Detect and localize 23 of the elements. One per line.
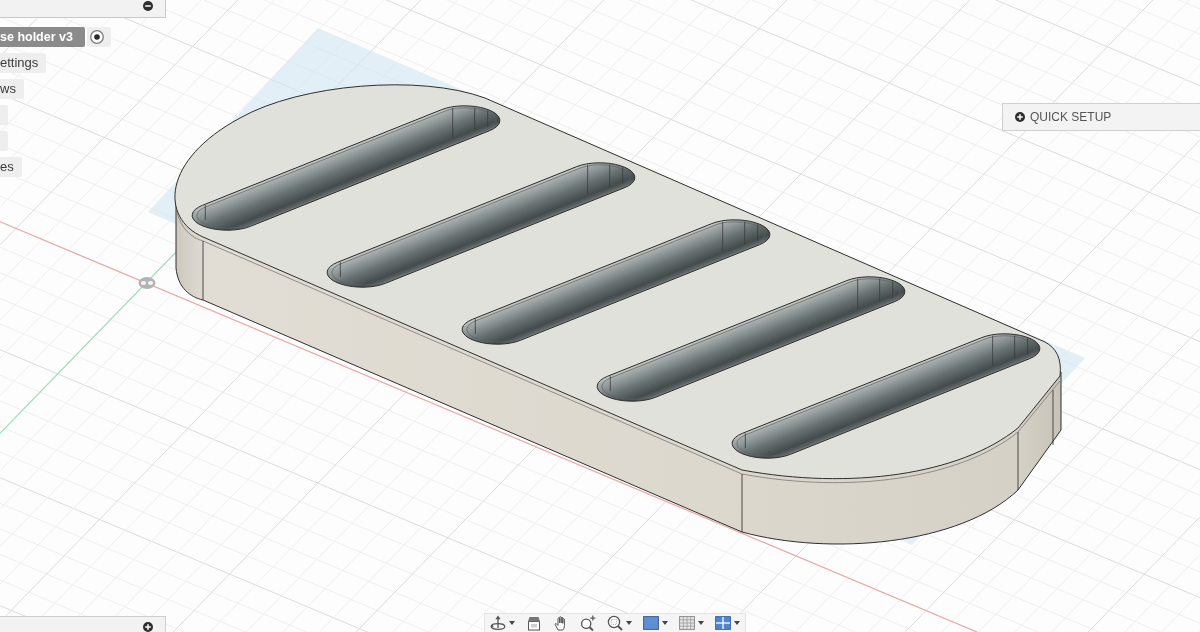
tree-item[interactable]: es — [0, 157, 22, 177]
caret-icon[interactable] — [626, 621, 632, 625]
fit-button[interactable] — [607, 614, 632, 632]
radio-button[interactable] — [86, 27, 111, 47]
zoom-button[interactable] — [580, 614, 596, 632]
minus-circle-icon[interactable] — [143, 1, 153, 11]
look-at-button[interactable] — [526, 614, 542, 632]
viewports-button[interactable] — [715, 614, 740, 632]
grid-settings-button[interactable] — [679, 614, 704, 632]
caret-icon[interactable] — [734, 621, 740, 625]
caret-icon[interactable] — [662, 621, 668, 625]
plus-circle-icon[interactable] — [1015, 112, 1025, 122]
tree-item[interactable]: ettings — [0, 53, 47, 73]
square-icon — [643, 615, 659, 631]
quick-setup-button[interactable]: QUICK SETUP — [1002, 103, 1200, 131]
origin-icon — [138, 277, 156, 289]
orbit-button[interactable] — [490, 614, 515, 632]
display-style-button[interactable] — [643, 614, 668, 632]
tree-item[interactable]: ws — [0, 79, 24, 99]
orbit-icon — [490, 615, 506, 631]
plus-circle-icon[interactable] — [143, 622, 153, 632]
caret-icon[interactable] — [509, 621, 515, 625]
caret-icon[interactable] — [698, 621, 704, 625]
